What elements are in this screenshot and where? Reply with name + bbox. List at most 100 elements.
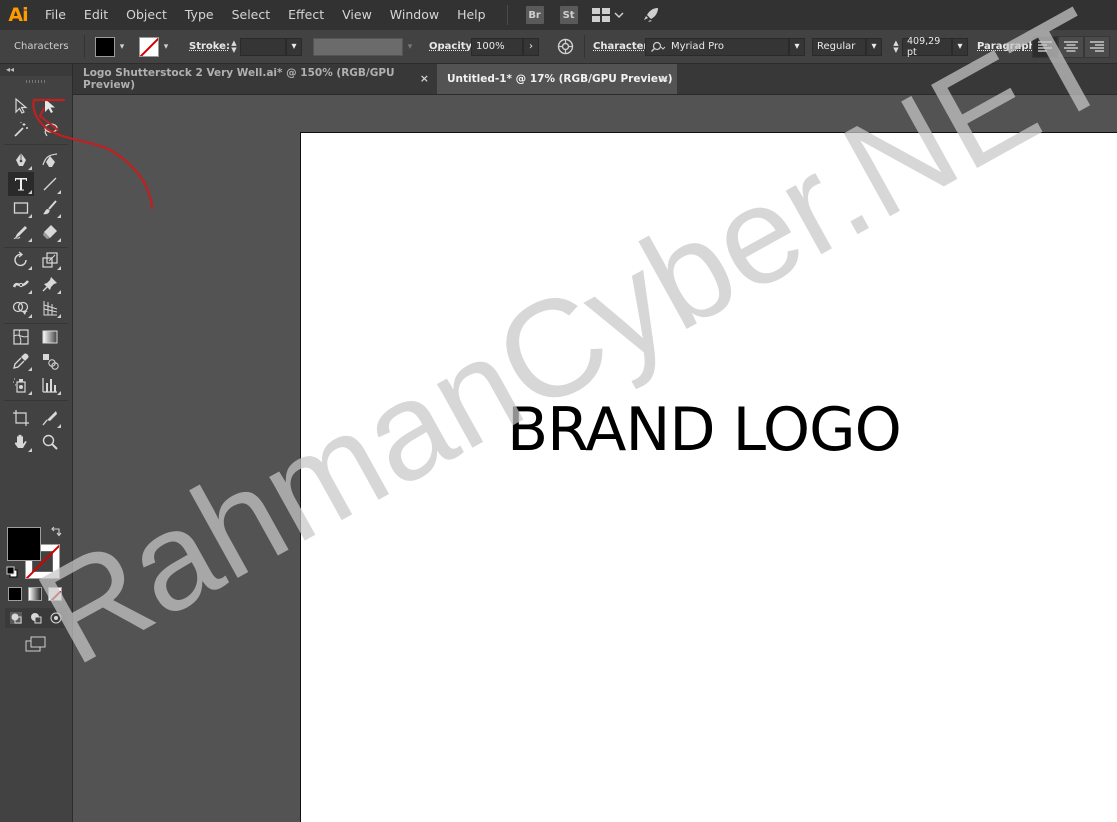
eyedropper-tool[interactable]	[8, 349, 34, 373]
align-left-button[interactable]	[1032, 35, 1058, 58]
tab-label: Logo Shutterstock 2 Very Well.ai* @ 150%…	[83, 67, 395, 91]
panel-grip[interactable]	[26, 80, 46, 83]
menu-select[interactable]: Select	[223, 0, 280, 30]
align-center-button[interactable]	[1058, 35, 1084, 58]
opacity-expand-button[interactable]: ›	[523, 37, 539, 56]
chevron-down-icon[interactable]: ▾	[403, 38, 417, 56]
align-right-button[interactable]	[1084, 35, 1110, 58]
menu-help[interactable]: Help	[448, 0, 495, 30]
menu-edit[interactable]: Edit	[75, 0, 117, 30]
bridge-button[interactable]: Br	[525, 6, 544, 24]
tools-panel: ◂◂	[0, 64, 73, 822]
shape-builder-tool[interactable]	[8, 296, 34, 320]
width-tool[interactable]	[8, 272, 34, 296]
magic-wand-tool[interactable]	[8, 118, 34, 142]
tab-untitled-1[interactable]: Untitled-1* @ 17% (RGB/GPU Preview) ×	[437, 64, 677, 94]
close-icon[interactable]: ×	[420, 72, 429, 85]
chevron-down-icon[interactable]: ▾	[159, 38, 173, 56]
rectangle-tool[interactable]	[8, 196, 34, 220]
font-size-input[interactable]: 409,29 pt	[902, 36, 952, 58]
gpu-performance-button[interactable]	[642, 6, 660, 24]
font-family-control[interactable]: Myriad Pro ▾	[645, 30, 805, 63]
font-family-input[interactable]: Myriad Pro	[645, 37, 789, 56]
menu-window[interactable]: Window	[381, 0, 448, 30]
menu-view[interactable]: View	[333, 0, 381, 30]
menu-bar: Ai File Edit Object Type Select Effect V…	[0, 0, 1117, 30]
font-family-dropdown[interactable]: ▾	[789, 37, 805, 56]
artboard-tool[interactable]	[8, 406, 34, 430]
chevron-down-icon[interactable]: ▾	[115, 38, 129, 56]
screen-mode-icon[interactable]	[24, 635, 48, 653]
align-center-icon	[1064, 40, 1078, 52]
stroke-swatch[interactable]	[139, 36, 159, 57]
font-style-input[interactable]: Regular	[812, 37, 866, 56]
font-size-dropdown[interactable]: ▾	[952, 37, 968, 56]
eraser-tool[interactable]	[37, 220, 63, 244]
rotate-tool[interactable]	[8, 248, 34, 272]
recolor-artwork-button[interactable]	[557, 30, 574, 63]
swap-fill-stroke-icon[interactable]	[50, 526, 62, 538]
opacity-label: Opacity:	[429, 30, 476, 63]
color-mode-button[interactable]	[8, 587, 22, 601]
menu-type[interactable]: Type	[176, 0, 223, 30]
font-size-stepper[interactable]: ▲ ▼	[890, 38, 902, 56]
fill-color-box[interactable]	[7, 527, 41, 561]
collapse-panel-button[interactable]: ◂◂	[0, 64, 72, 76]
stroke-color-control[interactable]: ▾	[139, 30, 173, 63]
tool-divider	[4, 323, 68, 324]
default-fill-stroke-icon[interactable]	[6, 566, 18, 578]
tool-divider	[4, 400, 68, 401]
pen-tool[interactable]	[8, 148, 34, 172]
brand-logo-text[interactable]: BRAND LOGO	[507, 395, 902, 465]
shaper-tool[interactable]	[8, 220, 34, 244]
close-icon[interactable]: ×	[660, 72, 669, 85]
column-graph-tool[interactable]	[37, 373, 63, 397]
draw-normal-icon[interactable]	[9, 611, 23, 625]
artboard[interactable]: BRAND LOGO	[300, 132, 1117, 822]
curvature-tool[interactable]	[37, 148, 63, 172]
canvas-area[interactable]: BRAND LOGO	[73, 95, 1117, 822]
mesh-tool[interactable]	[8, 325, 34, 349]
stroke-weight-stepper[interactable]: ▲ ▼	[228, 38, 240, 56]
stroke-weight-input[interactable]	[240, 37, 286, 56]
direct-selection-tool[interactable]	[37, 94, 63, 118]
menu-file[interactable]: File	[36, 0, 75, 30]
gradient-tool[interactable]	[37, 325, 63, 349]
type-tool[interactable]	[8, 172, 34, 196]
opacity-input[interactable]: 100%	[471, 37, 523, 56]
paragraph-label-text: Paragraph:	[977, 41, 1040, 52]
font-style-control[interactable]: Regular ▾	[812, 30, 882, 63]
stroke-weight-dropdown[interactable]: ▾	[286, 37, 302, 56]
workspace-switcher[interactable]	[591, 8, 624, 22]
font-style-dropdown[interactable]: ▾	[866, 37, 882, 56]
width-profile-field[interactable]	[313, 37, 403, 56]
hand-tool[interactable]	[8, 430, 34, 454]
draw-behind-icon[interactable]	[29, 611, 43, 625]
variable-width-profile[interactable]: ▾	[313, 30, 417, 63]
tab-logo-shutterstock[interactable]: Logo Shutterstock 2 Very Well.ai* @ 150%…	[73, 64, 437, 94]
zoom-tool[interactable]	[37, 430, 63, 454]
puppet-warp-tool[interactable]	[37, 272, 63, 296]
fill-swatch[interactable]	[95, 36, 115, 57]
opacity-control[interactable]: 100% ›	[471, 30, 539, 63]
stock-button[interactable]: St	[559, 6, 578, 24]
divider	[84, 35, 85, 58]
none-mode-button[interactable]	[48, 587, 62, 601]
menu-effect[interactable]: Effect	[279, 0, 333, 30]
gradient-mode-button[interactable]	[28, 587, 42, 601]
font-size-control[interactable]: ▲ ▼ 409,29 pt ▾	[890, 30, 968, 63]
symbol-sprayer-tool[interactable]	[8, 373, 34, 397]
selection-tool[interactable]	[8, 94, 34, 118]
lasso-tool[interactable]	[37, 118, 63, 142]
slice-tool[interactable]	[37, 406, 63, 430]
paintbrush-tool[interactable]	[37, 196, 63, 220]
stroke-weight-control[interactable]: ▲ ▼ ▾	[228, 30, 302, 63]
font-family-value: Myriad Pro	[671, 41, 724, 52]
perspective-grid-tool[interactable]	[37, 296, 63, 320]
fill-color-control[interactable]: ▾	[95, 30, 129, 63]
blend-tool[interactable]	[37, 349, 63, 373]
scale-tool[interactable]	[37, 248, 63, 272]
line-segment-tool[interactable]	[37, 172, 63, 196]
draw-inside-icon[interactable]	[49, 611, 63, 625]
menu-object[interactable]: Object	[117, 0, 176, 30]
